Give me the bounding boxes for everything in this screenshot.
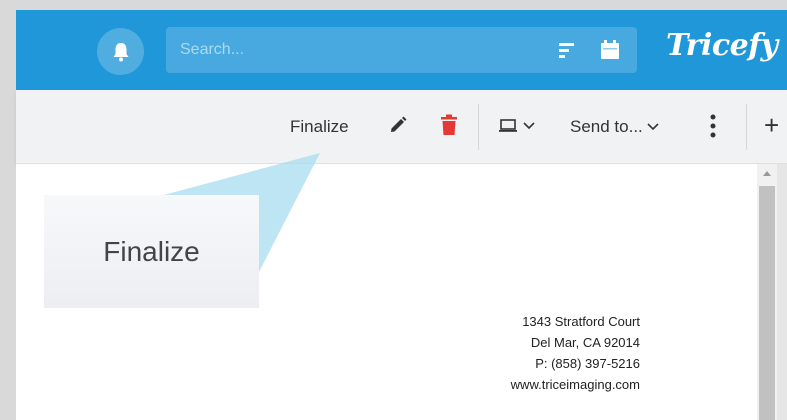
monitor-icon — [499, 119, 517, 132]
add-button[interactable]: + — [764, 110, 779, 141]
chevron-down-icon — [647, 123, 659, 131]
top-header: Tricefy — [16, 10, 787, 90]
bell-icon — [113, 42, 128, 61]
finalize-callout: Finalize — [44, 195, 259, 308]
scrollbar-thumb[interactable] — [759, 186, 775, 420]
address-line: Del Mar, CA 92014 — [530, 335, 640, 350]
notifications-button[interactable] — [97, 28, 144, 75]
right-gutter — [777, 164, 787, 420]
pencil-icon[interactable] — [388, 115, 408, 140]
search-input[interactable] — [180, 27, 540, 73]
send-to-label: Send to... — [570, 117, 643, 136]
address-line: 1343 Stratford Court — [522, 314, 640, 329]
tricefy-logo: Tricefy — [666, 28, 778, 63]
clinic-address: 1343 Stratford Court Del Mar, CA 92014 P… — [511, 311, 640, 395]
send-to-dropdown[interactable]: Send to... — [570, 117, 659, 137]
scroll-up-arrow-icon[interactable] — [761, 169, 773, 177]
toolbar-divider — [478, 104, 479, 150]
toolbar-divider — [746, 104, 747, 150]
device-dropdown[interactable] — [498, 118, 535, 134]
finalize-button[interactable]: Finalize — [290, 117, 349, 137]
calendar-icon[interactable] — [600, 40, 620, 65]
filter-icon[interactable] — [559, 41, 575, 64]
search-bar — [166, 27, 637, 73]
more-vertical-icon[interactable] — [709, 113, 717, 144]
trash-icon[interactable] — [440, 114, 458, 141]
report-toolbar: Finalize Send to... + — [16, 90, 787, 164]
document-scrollbar[interactable] — [757, 164, 777, 420]
chevron-down-icon — [523, 122, 535, 130]
callout-label: Finalize — [103, 235, 200, 267]
address-line: www.triceimaging.com — [510, 377, 640, 392]
address-line: P: (858) 397-5216 — [535, 356, 640, 371]
